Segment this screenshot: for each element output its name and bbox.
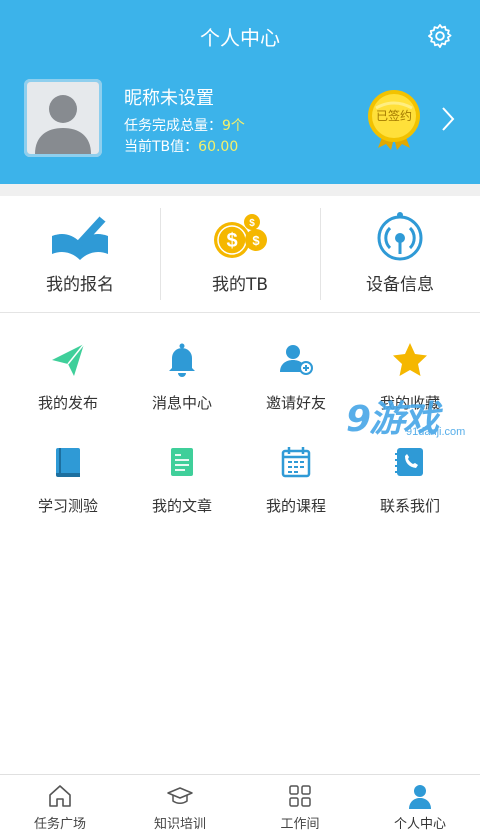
my-registration-label: 我的报名: [46, 275, 114, 295]
signed-badge[interactable]: 已签约: [366, 88, 422, 150]
nav-personal-center[interactable]: 个人中心: [360, 775, 480, 833]
home-icon: [49, 785, 71, 807]
menu-item-contact-us[interactable]: 联系我们: [350, 443, 470, 533]
phone-book-icon: [395, 448, 423, 476]
coins-icon: $ $ $: [214, 214, 267, 258]
menu-item-label: 我的发布: [37, 394, 98, 412]
svg-text:$: $: [226, 230, 237, 252]
task-total: 任务完成总量：9个: [124, 118, 245, 134]
menu-item-quiz[interactable]: 学习测验: [8, 443, 128, 533]
device-info-label: 设备信息: [366, 275, 434, 295]
menu-item-label: 邀请好友: [265, 394, 326, 412]
profile-header: 个人中心 昵称未设置 任务完成总量：9个 当前TB值：60.00 已签约: [0, 0, 480, 184]
book-pen-icon: [52, 215, 108, 260]
watermark-logo: 9游戏 91danji.com: [346, 388, 480, 444]
chevron-right-icon[interactable]: [440, 106, 456, 132]
menu-item-messages[interactable]: 消息中心: [122, 340, 242, 430]
menu-item-my-articles[interactable]: 我的文章: [122, 443, 242, 533]
nickname: 昵称未设置: [124, 88, 214, 109]
menu-item-my-courses[interactable]: 我的课程: [236, 443, 356, 533]
watermark-small: 91danji.com: [406, 426, 466, 438]
nav-label: 个人中心: [393, 817, 446, 832]
menu-item-label: 我的文章: [151, 497, 212, 515]
menu-item-my-posts[interactable]: 我的发布: [8, 340, 128, 430]
bottom-nav: 任务广场 知识培训 工作间 个人中心: [0, 774, 480, 833]
star-icon: [393, 343, 427, 376]
section-divider: [0, 184, 480, 196]
grid-icon: [289, 785, 311, 807]
my-tb-label: 我的TB: [211, 275, 269, 295]
device-signal-icon: [377, 212, 423, 261]
avatar[interactable]: [24, 79, 102, 157]
my-tb-button[interactable]: $ $ $ 我的TB: [160, 196, 320, 312]
calendar-icon: [281, 447, 311, 478]
menu-item-label: 联系我们: [379, 497, 440, 515]
svg-text:$: $: [249, 218, 255, 229]
add-user-icon: [280, 345, 313, 375]
paper-plane-icon: [52, 343, 85, 376]
nav-workspace[interactable]: 工作间: [240, 775, 360, 833]
nav-task-square[interactable]: 任务广场: [0, 775, 120, 833]
default-avatar-icon: [27, 82, 99, 154]
device-info-button[interactable]: 设备信息: [320, 196, 480, 312]
signed-badge-label: 已签约: [375, 109, 412, 123]
person-icon: [409, 785, 431, 809]
svg-text:$: $: [252, 233, 260, 248]
menu-item-label: 消息中心: [151, 394, 212, 412]
graduation-cap-icon: [167, 787, 193, 804]
nav-knowledge-training[interactable]: 知识培训: [120, 775, 240, 833]
tb-value: 当前TB值：60.00: [124, 139, 239, 155]
section-divider: [0, 312, 480, 313]
nav-label: 工作间: [280, 817, 320, 832]
nav-label: 任务广场: [33, 817, 86, 832]
gear-icon[interactable]: [426, 22, 454, 50]
page-title: 个人中心: [200, 26, 280, 50]
menu-item-invite-friends[interactable]: 邀请好友: [236, 340, 356, 430]
my-registration-button[interactable]: 我的报名: [0, 196, 160, 312]
nav-label: 知识培训: [153, 817, 206, 832]
bell-icon: [169, 343, 195, 377]
menu-item-label: 学习测验: [37, 497, 98, 515]
document-icon: [171, 448, 193, 476]
menu-item-label: 我的课程: [265, 497, 326, 515]
notebook-icon: [56, 448, 80, 477]
